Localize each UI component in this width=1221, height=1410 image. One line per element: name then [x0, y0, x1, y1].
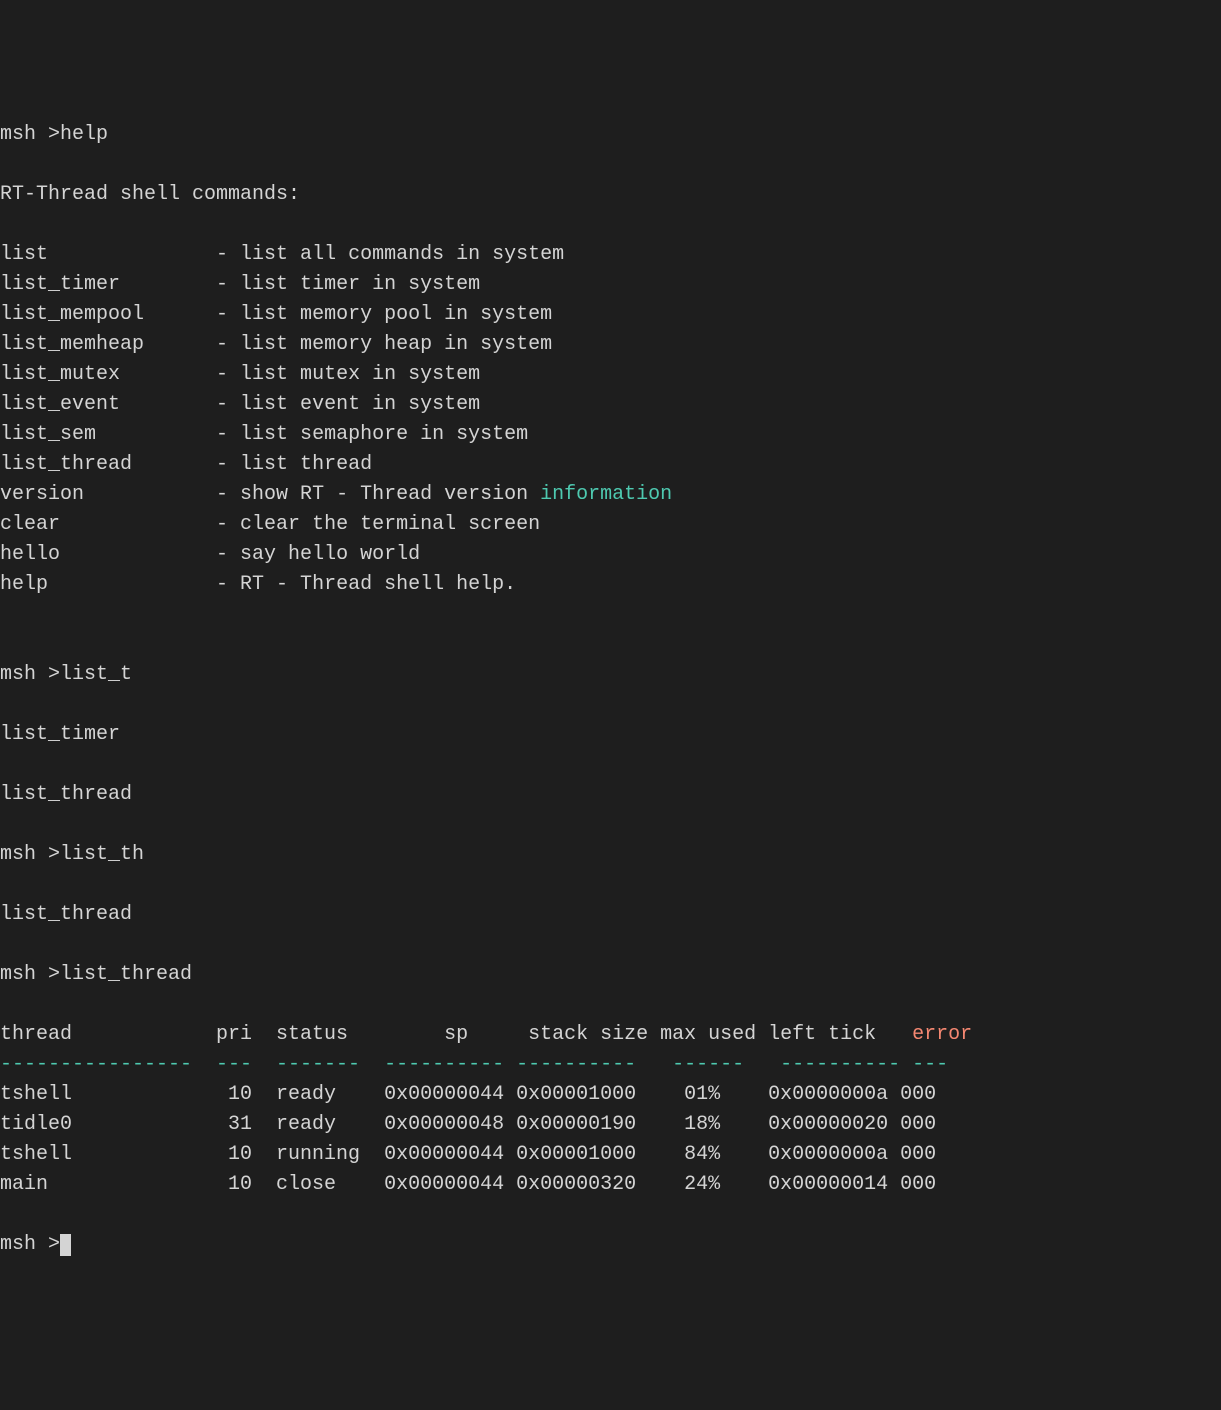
help-item-desc: - show RT - Thread version — [216, 483, 540, 506]
help-item-desc: - list memory pool in system — [216, 303, 552, 326]
help-item: list_sem - list semaphore in system — [0, 420, 1221, 450]
help-item-name: clear — [0, 513, 216, 536]
help-item-name: list_memheap — [0, 333, 216, 356]
help-item: list_memheap - list memory heap in syste… — [0, 330, 1221, 360]
prompt: msh > — [0, 1233, 60, 1256]
help-item-desc: - list thread — [216, 453, 372, 476]
help-item: list_mutex - list mutex in system — [0, 360, 1221, 390]
command-input: help — [60, 123, 108, 146]
table-row: tidle0 31 ready 0x00000048 0x00000190 18… — [0, 1110, 1221, 1140]
command-input: list_t — [60, 663, 132, 686]
table-header-error: error — [912, 1023, 972, 1046]
thread-table: thread pri status sp stack size max used… — [0, 1020, 1221, 1200]
help-item: hello - say hello world — [0, 540, 1221, 570]
help-item-desc: - list all commands in system — [216, 243, 564, 266]
help-item-name: hello — [0, 543, 216, 566]
command-input: list_th — [60, 843, 144, 866]
table-header-row: thread pri status sp stack size max used… — [0, 1020, 1221, 1050]
command-input: list_thread — [60, 963, 192, 986]
shell-line[interactable]: msh >list_th — [0, 840, 1221, 870]
table-separator-row: ---------------- --- ------- ---------- … — [0, 1050, 1221, 1080]
help-header: RT-Thread shell commands: — [0, 180, 1221, 210]
help-item-desc: - list timer in system — [216, 273, 480, 296]
shell-line[interactable]: msh > — [0, 1230, 1221, 1260]
help-list: list - list all commands in systemlist_t… — [0, 240, 1221, 600]
table-row: tshell 10 running 0x00000044 0x00001000 … — [0, 1140, 1221, 1170]
help-item-desc: - list memory heap in system — [216, 333, 552, 356]
prompt: msh > — [0, 843, 60, 866]
help-item: list_event - list event in system — [0, 390, 1221, 420]
help-item: list_timer - list timer in system — [0, 270, 1221, 300]
help-item-name: list_thread — [0, 453, 216, 476]
help-item: version - show RT - Thread version infor… — [0, 480, 1221, 510]
help-item-name: help — [0, 573, 216, 596]
help-item: clear - clear the terminal screen — [0, 510, 1221, 540]
help-item: list - list all commands in system — [0, 240, 1221, 270]
help-item-desc: - list semaphore in system — [216, 423, 528, 446]
help-item-name: list_mempool — [0, 303, 216, 326]
help-item: list_mempool - list memory pool in syste… — [0, 300, 1221, 330]
cursor-icon — [60, 1234, 71, 1256]
help-item-name: list_mutex — [0, 363, 216, 386]
help-item-desc: - say hello world — [216, 543, 420, 566]
prompt: msh > — [0, 123, 60, 146]
help-item: help - RT - Thread shell help. — [0, 570, 1221, 600]
shell-line[interactable]: msh >list_thread — [0, 960, 1221, 990]
table-row: main 10 close 0x00000044 0x00000320 24% … — [0, 1170, 1221, 1200]
help-item-name: list_timer — [0, 273, 216, 296]
shell-line[interactable]: msh >list_t — [0, 660, 1221, 690]
help-item-desc: - list event in system — [216, 393, 480, 416]
help-item-name: list — [0, 243, 216, 266]
help-item: list_thread - list thread — [0, 450, 1221, 480]
prompt: msh > — [0, 963, 60, 986]
shell-line[interactable]: msh >help — [0, 120, 1221, 150]
help-item-desc: - clear the terminal screen — [216, 513, 540, 536]
help-item-name: version — [0, 483, 216, 506]
table-row: tshell 10 ready 0x00000044 0x00001000 01… — [0, 1080, 1221, 1110]
help-item-name: list_sem — [0, 423, 216, 446]
completion-item: list_timer — [0, 720, 1221, 750]
help-item-keyword: information — [540, 483, 672, 506]
prompt: msh > — [0, 663, 60, 686]
completion-item: list_thread — [0, 900, 1221, 930]
help-item-desc: - RT - Thread shell help. — [216, 573, 516, 596]
help-item-desc: - list mutex in system — [216, 363, 480, 386]
help-item-name: list_event — [0, 393, 216, 416]
completion-item: list_thread — [0, 780, 1221, 810]
